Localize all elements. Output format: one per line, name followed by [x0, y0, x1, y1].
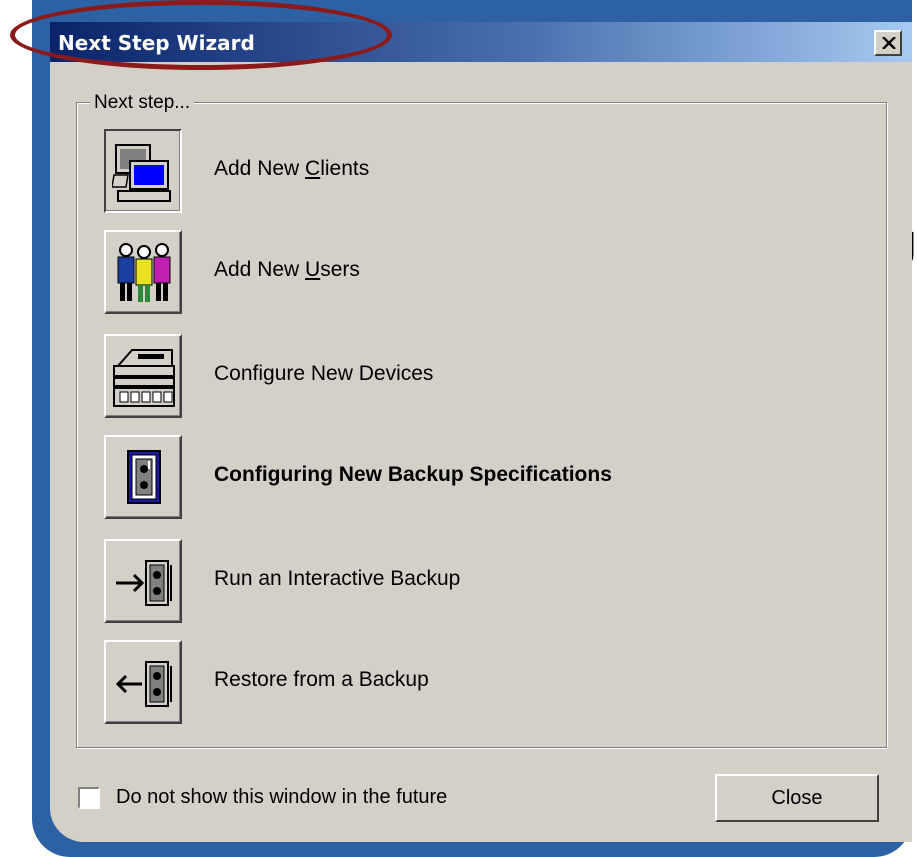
step-label: Add New Users	[214, 258, 360, 281]
step-label: Run an Interactive Backup	[214, 567, 461, 590]
step-add-new-clients[interactable]: Add New Clients	[104, 129, 804, 213]
step-configure-new-devices[interactable]: Configure New Devices	[104, 334, 804, 418]
computer-icon	[112, 144, 171, 202]
backup-arrow-right-icon	[116, 560, 172, 606]
window-title: Next Step Wizard	[58, 31, 255, 55]
users-icon	[117, 243, 171, 302]
step-label: Configure New Devices	[214, 362, 434, 385]
step-label: Restore from a Backup	[214, 668, 429, 691]
close-x-icon[interactable]	[874, 30, 902, 56]
step-label: Add New Clients	[214, 157, 370, 180]
step-configuring-backup-specifications[interactable]: Configuring New Backup Specifications	[104, 435, 804, 519]
restore-button[interactable]	[104, 640, 182, 724]
run-backup-button[interactable]	[104, 539, 182, 623]
step-restore-from-backup[interactable]: Restore from a Backup	[104, 640, 804, 724]
group-legend: Next step...	[90, 92, 195, 114]
add-clients-button[interactable]	[104, 129, 182, 213]
backup-spec-button[interactable]	[104, 435, 182, 519]
do-not-show-checkbox[interactable]	[78, 787, 100, 809]
tape-device-icon	[113, 349, 175, 407]
title-bar[interactable]: Next Step Wizard	[50, 22, 912, 62]
configure-devices-button[interactable]	[104, 334, 182, 418]
add-users-button[interactable]	[104, 230, 182, 314]
step-label: Configuring New Backup Specifications	[214, 463, 612, 486]
step-add-new-users[interactable]: Add New Users	[104, 230, 804, 314]
next-step-wizard-window: Next Step Wizard Next step... Add New Cl…	[50, 22, 912, 842]
backup-spec-icon	[127, 450, 161, 504]
restore-arrow-left-icon	[115, 661, 172, 707]
close-button[interactable]: Close	[715, 774, 879, 822]
step-run-interactive-backup[interactable]: Run an Interactive Backup	[104, 539, 804, 623]
checkbox-label: Do not show this window in the future	[116, 786, 448, 808]
